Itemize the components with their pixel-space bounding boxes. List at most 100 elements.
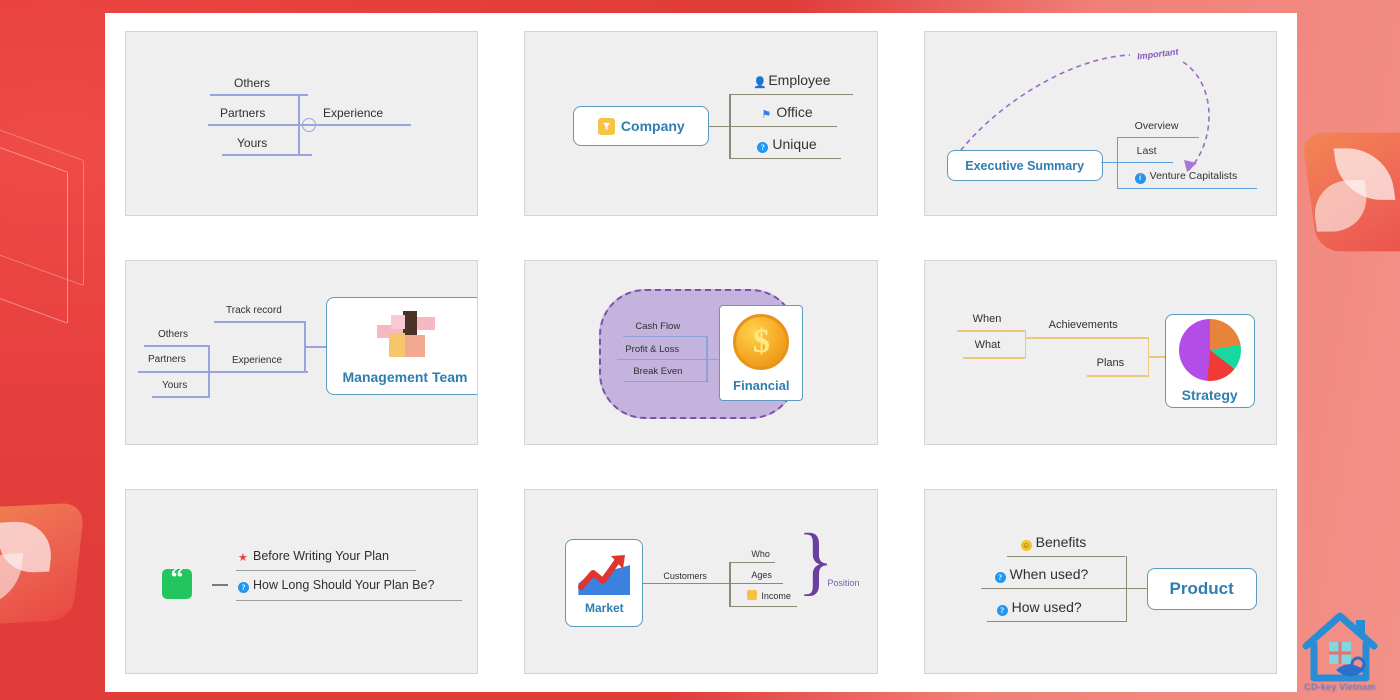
underline-experience bbox=[316, 124, 411, 126]
decorative-petal-logo-right bbox=[1301, 132, 1400, 252]
boundary-label-position: Position bbox=[827, 578, 860, 588]
root-label-company: Company bbox=[620, 118, 685, 134]
node-ages: Ages bbox=[751, 570, 772, 580]
branch-elbow-bottom bbox=[298, 154, 312, 156]
node-yours: Yours bbox=[237, 136, 268, 150]
underline-partners bbox=[138, 371, 210, 373]
branch-stem bbox=[304, 346, 328, 348]
card-experience[interactable]: Others Partners Yours Experience bbox=[125, 31, 479, 216]
underline-others bbox=[210, 94, 300, 96]
house-icon bbox=[1302, 612, 1378, 682]
node-achievements: Achievements bbox=[1048, 319, 1118, 331]
card-market[interactable]: Market Customers Who Ages Income } Posit… bbox=[524, 489, 878, 674]
node-office: ⚑ Office bbox=[761, 104, 813, 121]
smiley-icon: ☺ bbox=[1020, 540, 1032, 551]
branch-stem bbox=[709, 126, 732, 128]
card-company[interactable]: Company 👤Employee ⚑ Office ? Unique bbox=[524, 31, 878, 216]
root-node-strategy[interactable]: Strategy bbox=[1164, 314, 1255, 408]
petal-shape-lower bbox=[1309, 180, 1372, 232]
watermark-label: CD-key Vietnam bbox=[1304, 682, 1376, 692]
node-benefits: ☺ Benefits bbox=[1020, 534, 1087, 551]
card-product[interactable]: ☺ Benefits ? When used? ? How used? Product bbox=[923, 489, 1277, 674]
node-others: Others bbox=[234, 76, 271, 90]
node-track-record: Track record bbox=[226, 305, 282, 316]
node-unique: ? Unique bbox=[757, 136, 817, 153]
question-icon: ? bbox=[238, 582, 249, 593]
node-employee: 👤Employee bbox=[753, 72, 831, 89]
root-label-strategy: Strategy bbox=[1181, 387, 1238, 403]
underline-plans bbox=[1086, 375, 1149, 377]
node-plans: Plans bbox=[1096, 357, 1125, 369]
root-node-executive-summary[interactable]: Executive Summary bbox=[946, 150, 1103, 181]
underline-before-writing bbox=[236, 570, 416, 572]
card-quote[interactable]: “ ★ Before Writing Your Plan ? How Long Sh… bbox=[125, 489, 479, 674]
underline-cash-flow bbox=[623, 336, 708, 338]
underline-break-even bbox=[623, 381, 710, 383]
branch-spine bbox=[729, 562, 731, 607]
underline-track-record bbox=[214, 321, 304, 323]
branch-elbow-top bbox=[298, 94, 308, 96]
card-executive-summary[interactable]: Important Executive Summary Overview Las… bbox=[923, 31, 1277, 216]
node-venture-capitalists: i Venture Capitalists bbox=[1134, 170, 1237, 184]
node-yours: Yours bbox=[162, 380, 188, 391]
node-partners: Partners bbox=[148, 354, 186, 365]
card-financial[interactable]: Cash Flow Profit & Loss Break Even $ Fin… bbox=[524, 260, 878, 445]
growth-chart-icon bbox=[578, 551, 631, 595]
card-management-team[interactable]: Track record Experience Others Partners … bbox=[125, 260, 479, 445]
root-label-executive-summary: Executive Summary bbox=[965, 158, 1085, 173]
underline-office bbox=[729, 126, 838, 128]
node-how-long: ? How Long Should Your Plan Be? bbox=[238, 578, 434, 593]
green-quote-icon: “ bbox=[162, 565, 192, 599]
branch-spine bbox=[298, 94, 300, 155]
underline-how-used bbox=[986, 621, 1127, 623]
node-experience: Experience bbox=[232, 355, 283, 366]
question-icon: ? bbox=[757, 142, 769, 153]
branch-spine-inner bbox=[1024, 330, 1027, 358]
root-label-market: Market bbox=[584, 601, 624, 615]
root-node-management-team[interactable]: Management Team bbox=[326, 297, 478, 395]
underline-income bbox=[729, 606, 798, 608]
underline-what bbox=[962, 357, 1025, 359]
card-strategy[interactable]: When What Achievements Plans Strategy bbox=[923, 260, 1277, 445]
node-overview: Overview bbox=[1134, 120, 1179, 132]
underline-when bbox=[956, 330, 1025, 332]
root-node-company[interactable]: Company bbox=[573, 106, 710, 146]
node-before-writing: ★ Before Writing Your Plan bbox=[238, 549, 389, 564]
underline-unique bbox=[729, 158, 842, 160]
root-node-product[interactable]: Product bbox=[1146, 568, 1257, 610]
underline-others bbox=[144, 345, 208, 347]
info-icon: i bbox=[1134, 173, 1146, 184]
root-label-financial: Financial bbox=[733, 377, 790, 393]
watermark-logo: CD-key Vietnam bbox=[1292, 598, 1388, 694]
node-others: Others bbox=[158, 329, 189, 340]
node-profit-loss: Profit & Loss bbox=[625, 344, 680, 355]
yellow-tag-icon bbox=[597, 117, 615, 135]
yellow-note-icon bbox=[747, 590, 758, 600]
root-node-market[interactable]: Market bbox=[565, 539, 644, 627]
node-what: What bbox=[974, 339, 1001, 351]
underline-overview bbox=[1116, 137, 1199, 139]
node-cash-flow: Cash Flow bbox=[635, 321, 681, 332]
red-star-icon: ★ bbox=[238, 552, 248, 564]
underline-employee bbox=[729, 94, 854, 96]
root-node-financial[interactable]: $ Financial bbox=[719, 305, 804, 401]
node-last: Last bbox=[1136, 145, 1157, 157]
node-customers: Customers bbox=[663, 571, 707, 581]
node-experience-root: Experience bbox=[323, 106, 384, 120]
question-icon: ? bbox=[996, 605, 1008, 616]
underline-how-long bbox=[236, 600, 462, 602]
underline-venture-capitalists bbox=[1116, 188, 1257, 190]
pie-chart-icon bbox=[1178, 319, 1241, 381]
underline-experience bbox=[208, 371, 308, 373]
minus-circle-icon[interactable] bbox=[302, 118, 316, 132]
branch-stem bbox=[212, 584, 228, 586]
node-when-used: ? When used? bbox=[994, 566, 1088, 583]
node-income: Income bbox=[747, 590, 791, 601]
hands-teamwork-icon bbox=[377, 311, 435, 357]
branch-stem bbox=[1125, 588, 1148, 590]
person-icon: 👤 bbox=[753, 77, 768, 89]
node-when: When bbox=[972, 313, 1002, 325]
underline-when-used bbox=[980, 588, 1127, 590]
node-who: Who bbox=[751, 549, 770, 559]
question-icon: ? bbox=[994, 572, 1006, 583]
